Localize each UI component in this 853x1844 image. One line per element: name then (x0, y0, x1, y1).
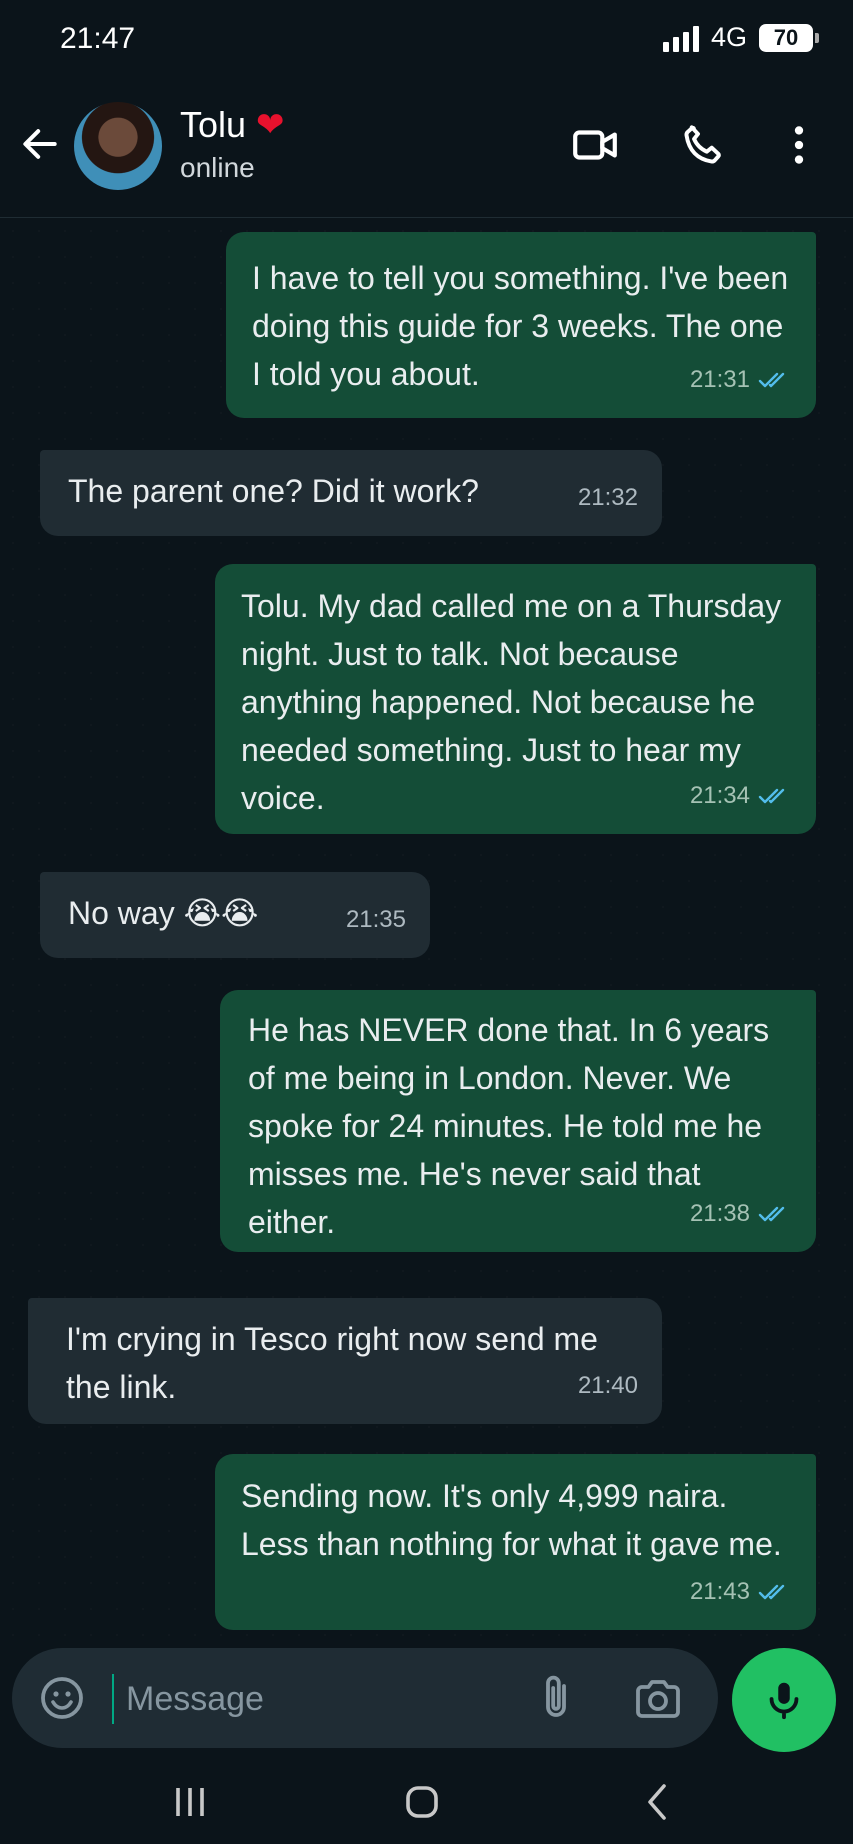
read-ticks-icon (758, 1206, 785, 1222)
system-nav-bar (0, 1760, 853, 1844)
message-text: Sending now. It's only 4,999 naira. Less… (241, 1478, 782, 1562)
message-time: 21:34 (689, 782, 750, 809)
message-time: 21:35 (345, 906, 406, 933)
voice-call-icon[interactable] (678, 120, 728, 170)
message-meta: 21:38 (690, 1190, 792, 1238)
contact-title[interactable]: Tolu ❤ (180, 104, 285, 146)
camera-icon[interactable] (632, 1674, 684, 1722)
message-text: The parent one? Did it work? (68, 473, 479, 509)
message-input[interactable] (112, 1674, 528, 1724)
more-options-icon[interactable] (774, 120, 824, 170)
message-bubble-outgoing[interactable]: I have to tell you something. I've been … (226, 232, 816, 418)
message-meta: 21:35 (346, 896, 406, 944)
chat-area[interactable]: I have to tell you something. I've been … (0, 218, 853, 1638)
back-nav-icon[interactable] (634, 1778, 682, 1826)
message-composer (12, 1648, 718, 1748)
chat-header: Tolu ❤ online (0, 82, 853, 218)
back-arrow-icon[interactable] (18, 122, 62, 166)
contact-name: Tolu (180, 104, 247, 145)
read-ticks-icon (758, 372, 785, 388)
avatar[interactable] (74, 102, 162, 190)
message-bubble-incoming[interactable]: I'm crying in Tesco right now send me th… (28, 1298, 662, 1424)
recent-apps-icon[interactable] (166, 1778, 214, 1826)
message-text: I'm crying in Tesco right now send me th… (66, 1321, 598, 1405)
message-meta: 21:31 (690, 356, 792, 404)
status-indicators: 4G 70 (662, 22, 819, 53)
message-time: 21:40 (577, 1372, 638, 1399)
read-ticks-icon (758, 788, 785, 804)
home-icon[interactable] (398, 1778, 446, 1826)
message-bubble-incoming[interactable]: The parent one? Did it work? 21:32 (40, 450, 662, 536)
status-time: 21:47 (60, 22, 136, 55)
attach-icon[interactable] (532, 1672, 580, 1724)
read-ticks-icon (758, 1584, 785, 1600)
battery-icon: 70 (759, 23, 819, 52)
video-call-icon[interactable] (570, 120, 620, 170)
network-type: 4G (710, 22, 747, 52)
message-time: 21:32 (577, 484, 638, 511)
status-bar: 21:47 4G 70 (0, 0, 853, 82)
message-bubble-outgoing[interactable]: He has NEVER done that. In 6 years of me… (220, 990, 816, 1252)
message-time: 21:38 (689, 1200, 750, 1227)
voice-message-button[interactable] (732, 1648, 836, 1752)
message-meta: 21:43 (690, 1568, 792, 1616)
heart-icon: ❤ (256, 106, 285, 144)
message-bubble-outgoing[interactable]: Tolu. My dad called me on a Thursday nig… (215, 564, 816, 834)
message-time: 21:43 (689, 1578, 750, 1605)
emoji-icon[interactable] (38, 1674, 86, 1722)
message-bubble-incoming[interactable]: No way 😭😭 21:35 (40, 872, 430, 958)
signal-icon (662, 24, 699, 52)
message-meta: 21:34 (690, 772, 792, 820)
contact-status: online (180, 152, 255, 183)
message-meta: 21:40 (578, 1362, 638, 1410)
message-meta: 21:32 (578, 474, 638, 522)
microphone-icon (769, 1682, 799, 1720)
message-bubble-outgoing[interactable]: Sending now. It's only 4,999 naira. Less… (215, 1454, 816, 1630)
message-time: 21:31 (689, 366, 750, 393)
